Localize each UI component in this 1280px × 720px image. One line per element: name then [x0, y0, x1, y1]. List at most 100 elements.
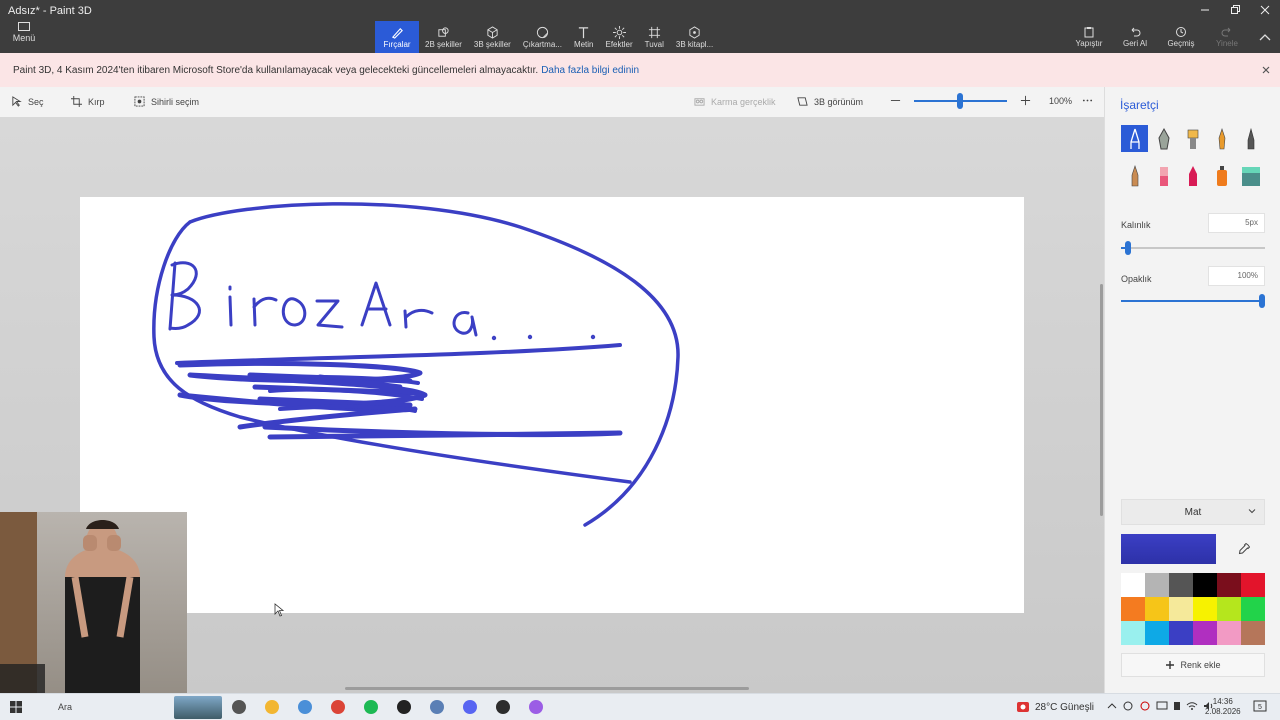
opacity-input[interactable]: 100%	[1208, 266, 1265, 286]
eyedropper-button[interactable]	[1223, 534, 1265, 564]
tab-3d-shapes[interactable]: 3B şekiller	[468, 21, 517, 53]
taskbar-app-paint-3d[interactable]	[525, 697, 547, 717]
color-swatch[interactable]	[1145, 621, 1169, 645]
color-swatch[interactable]	[1121, 621, 1145, 645]
horizontal-scrollbar[interactable]	[345, 687, 749, 690]
color-swatch[interactable]	[1217, 597, 1241, 621]
eyedropper-icon	[1238, 543, 1250, 555]
color-swatch[interactable]	[1241, 573, 1265, 597]
menu-button[interactable]: Menü	[6, 22, 42, 52]
mixed-reality-button[interactable]: Karma gerçeklik	[694, 96, 776, 107]
brush-marker[interactable]	[1121, 125, 1148, 152]
brush-eraser[interactable]	[1150, 162, 1177, 189]
opacity-slider-fill	[1121, 300, 1265, 302]
tab-label: Tuval	[644, 39, 664, 49]
magic-select-tool[interactable]: Sihirli seçim	[134, 96, 199, 107]
opacity-slider[interactable]	[1121, 294, 1265, 308]
color-swatch[interactable]	[1145, 597, 1169, 621]
thickness-input[interactable]: 5px	[1208, 213, 1265, 233]
tab-text[interactable]: Metin	[568, 21, 600, 53]
vertical-scrollbar[interactable]	[1100, 284, 1103, 516]
notification-icon[interactable]: 5	[1252, 699, 1268, 715]
taskbar-app-task-view[interactable]	[228, 697, 250, 717]
paste-button[interactable]: Yapıştır	[1066, 21, 1112, 53]
zoom-out-button[interactable]	[890, 95, 901, 106]
obs-icon	[496, 700, 510, 714]
windows-start-icon[interactable]	[10, 701, 22, 713]
brush-pencil[interactable]	[1121, 162, 1148, 189]
opacity-slider-thumb[interactable]	[1259, 294, 1265, 308]
color-swatch[interactable]	[1241, 621, 1265, 645]
tab-brushes[interactable]: Fırçalar	[375, 21, 419, 53]
history-button[interactable]: Geçmiş	[1158, 21, 1204, 53]
minimize-button[interactable]	[1190, 0, 1220, 20]
notice-close-button[interactable]	[1262, 63, 1270, 77]
close-window-button[interactable]	[1250, 0, 1280, 20]
add-color-button[interactable]: Renk ekle	[1121, 653, 1265, 677]
thickness-slider-thumb[interactable]	[1125, 241, 1131, 255]
chevron-up-icon[interactable]	[1107, 701, 1117, 711]
taskbar-app-settings[interactable]	[426, 697, 448, 717]
taskbar-search[interactable]: Ara	[34, 697, 174, 717]
taskbar-search-highlight[interactable]	[174, 696, 222, 719]
redo-button[interactable]: Yinele	[1204, 21, 1250, 53]
maximize-button[interactable]	[1220, 0, 1250, 20]
color-swatch[interactable]	[1169, 573, 1193, 597]
display-icon[interactable]	[1156, 701, 1168, 711]
tab-label: Efektler	[605, 39, 633, 49]
system-clock[interactable]: 14:36 2.08.2026	[1205, 697, 1241, 717]
brush-crayon[interactable]	[1179, 162, 1206, 189]
brush-pixel-pen[interactable]	[1237, 125, 1264, 152]
current-color-swatch[interactable]	[1121, 534, 1216, 564]
zoom-level[interactable]: 100%	[1049, 96, 1072, 106]
zoom-in-button[interactable]	[1020, 95, 1031, 106]
color-swatch[interactable]	[1145, 573, 1169, 597]
collapse-ribbon-button[interactable]	[1250, 21, 1280, 53]
brush-calligraphy-pen[interactable]	[1150, 125, 1177, 152]
taskbar-app-spotify[interactable]	[360, 697, 382, 717]
more-options-button[interactable]	[1082, 95, 1093, 106]
color-swatch[interactable]	[1193, 597, 1217, 621]
network-icon[interactable]	[1139, 701, 1151, 711]
color-swatch[interactable]	[1121, 573, 1145, 597]
color-swatch[interactable]	[1193, 621, 1217, 645]
taskbar-app-snipping[interactable]	[294, 697, 316, 717]
color-swatch[interactable]	[1217, 621, 1241, 645]
tab-effects[interactable]: Efektler	[600, 21, 639, 53]
library-icon	[689, 25, 700, 39]
taskbar-app-obs[interactable]	[492, 697, 514, 717]
crop-label: Kırp	[88, 96, 105, 107]
color-swatch[interactable]	[1169, 597, 1193, 621]
taskbar-app-chrome[interactable]	[327, 697, 349, 717]
brush-fill[interactable]	[1237, 162, 1264, 189]
taskbar-app-app-dark[interactable]	[393, 697, 415, 717]
taskbar-app-discord[interactable]	[459, 697, 481, 717]
tab-canvas[interactable]: Tuval	[639, 21, 670, 53]
brush-spray-can[interactable]	[1208, 162, 1235, 189]
tab-2d-shapes[interactable]: 2B şekiller	[419, 21, 468, 53]
notice-link[interactable]: Daha fazla bilgi edinin	[541, 65, 639, 76]
color-swatch[interactable]	[1217, 573, 1241, 597]
color-swatch[interactable]	[1121, 597, 1145, 621]
tab-3d-library[interactable]: 3B kitapl...	[670, 21, 719, 53]
weather-widget[interactable]: 28°C Güneşli	[1016, 701, 1094, 713]
color-swatch[interactable]	[1193, 573, 1217, 597]
brush-oil[interactable]	[1179, 125, 1206, 152]
thickness-slider[interactable]	[1121, 241, 1265, 255]
undo-button[interactable]: Geri Al	[1112, 21, 1158, 53]
select-tool[interactable]: Seç	[11, 96, 44, 107]
drawing-canvas[interactable]	[80, 197, 1024, 613]
file-explorer-icon	[265, 700, 279, 714]
view-3d-button[interactable]: 3B görünüm	[797, 96, 863, 107]
brush-watercolor[interactable]	[1208, 125, 1235, 152]
color-swatch[interactable]	[1169, 621, 1193, 645]
battery-icon[interactable]	[1173, 701, 1181, 711]
zoom-slider-thumb[interactable]	[957, 93, 963, 109]
wifi-icon[interactable]	[1186, 701, 1198, 711]
tab-stickers[interactable]: Çıkartma...	[517, 21, 568, 53]
finish-dropdown[interactable]: Mat	[1121, 499, 1265, 525]
cloud-icon[interactable]	[1122, 701, 1134, 711]
color-swatch[interactable]	[1241, 597, 1265, 621]
taskbar-app-file-explorer[interactable]	[261, 697, 283, 717]
crop-tool[interactable]: Kırp	[71, 96, 105, 107]
